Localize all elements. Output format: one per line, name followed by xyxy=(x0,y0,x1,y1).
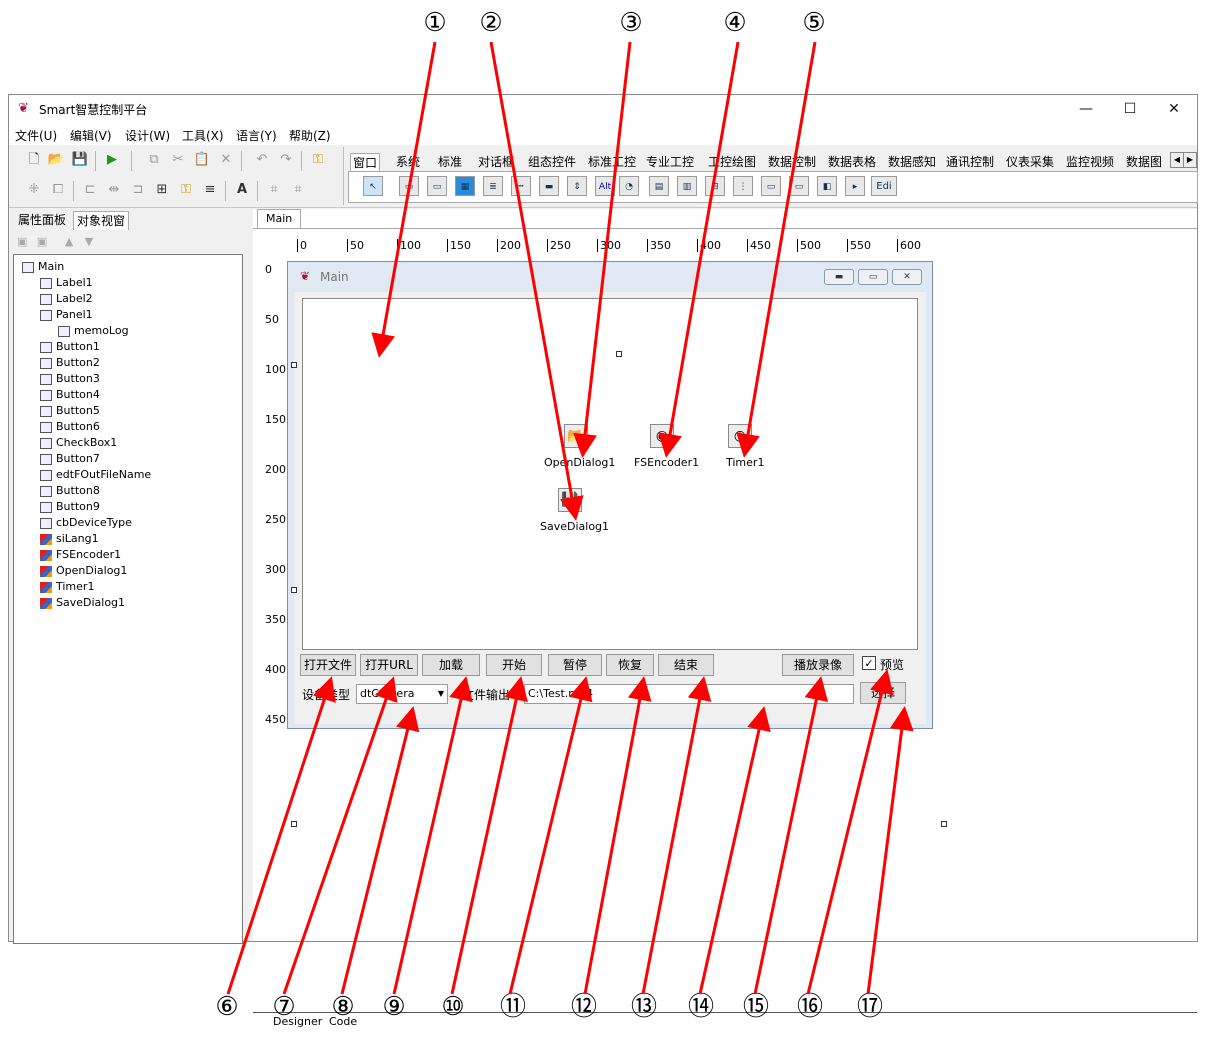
callout-arrow xyxy=(641,676,712,995)
callout-arrow xyxy=(450,676,528,995)
annotation-arrows xyxy=(226,41,914,995)
callout-arrow xyxy=(573,41,632,458)
callout-arrow xyxy=(866,706,914,995)
callout-arrow xyxy=(489,41,584,521)
callout-arrow xyxy=(508,676,593,995)
callout-arrow xyxy=(753,676,829,995)
callout-arrow xyxy=(392,676,473,995)
callout-arrow xyxy=(658,41,740,458)
callout-arrow xyxy=(698,706,771,995)
callout-arrow xyxy=(226,676,336,995)
callout-arrow xyxy=(282,676,398,995)
callout-arrow xyxy=(736,41,817,458)
callout-arrow xyxy=(371,41,437,358)
callout-arrow xyxy=(583,676,652,995)
callout-arrow xyxy=(340,706,420,995)
